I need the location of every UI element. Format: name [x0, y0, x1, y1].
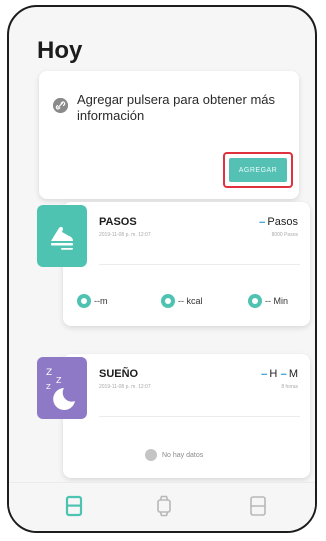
distance-metric: --m [77, 294, 108, 308]
clock-icon [248, 294, 262, 308]
profile-tab-icon[interactable] [246, 494, 270, 518]
duration-metric: -- Min [248, 294, 288, 308]
steps-goal: 8000 Pasos [271, 232, 298, 238]
svg-text:Z: Z [46, 383, 51, 391]
steps-timestamp: 2019-11-08 p. m. 12:07 [99, 232, 151, 238]
sleep-value: -- H -- M [261, 368, 298, 380]
steps-value-label: Pasos [267, 216, 298, 228]
sleep-minutes-unit: M [288, 368, 298, 380]
add-band-message: Agregar pulsera para obtener más informa… [77, 92, 276, 123]
steps-value: -- Pasos [259, 216, 298, 228]
svg-text:Z: Z [46, 368, 52, 378]
steps-value-placeholder: -- [259, 216, 265, 228]
calories-metric: -- kcal [161, 294, 203, 308]
distance-value: --m [94, 296, 108, 306]
steps-card[interactable]: PASOS 2019-11-08 p. m. 12:07 -- Pasos 80… [63, 202, 310, 326]
shoe-icon [37, 205, 87, 267]
flame-icon [161, 294, 175, 308]
sleep-hours-unit: H [269, 368, 278, 380]
moon-icon: Z Z Z [37, 357, 87, 419]
phone-frame: Hoy Agregar pulsera para obtener más inf… [7, 5, 317, 533]
sleep-timestamp: 2019-11-08 p. m. 12:07 [99, 384, 151, 390]
sleep-empty-text: No hay datos [162, 451, 204, 459]
sleep-empty-state: No hay datos [145, 449, 203, 461]
sleep-title: SUEÑO [99, 368, 139, 380]
sleep-hours-placeholder: -- [261, 368, 267, 380]
steps-title: PASOS [99, 216, 137, 228]
svg-text:Z: Z [56, 376, 62, 385]
calories-value: -- kcal [178, 296, 203, 306]
sleep-minutes-placeholder: -- [280, 368, 286, 380]
steps-divider [99, 264, 300, 265]
sleep-card[interactable]: SUEÑO 2019-11-08 p. m. 12:07 -- H -- M 8… [63, 354, 310, 478]
add-band-card: Agregar pulsera para obtener más informa… [39, 71, 299, 199]
watch-tab-icon[interactable] [152, 494, 176, 518]
bottom-tab-bar [9, 482, 315, 531]
add-band-button[interactable]: AGREGAR [229, 158, 287, 182]
sleep-goal: 8 horas [281, 384, 298, 390]
link-icon [53, 98, 68, 113]
no-data-icon [145, 449, 157, 461]
duration-value: -- Min [265, 296, 288, 306]
today-tab-icon[interactable] [62, 494, 86, 518]
page-title: Hoy [37, 37, 83, 64]
location-pin-icon [77, 294, 91, 308]
sleep-divider [99, 416, 300, 417]
